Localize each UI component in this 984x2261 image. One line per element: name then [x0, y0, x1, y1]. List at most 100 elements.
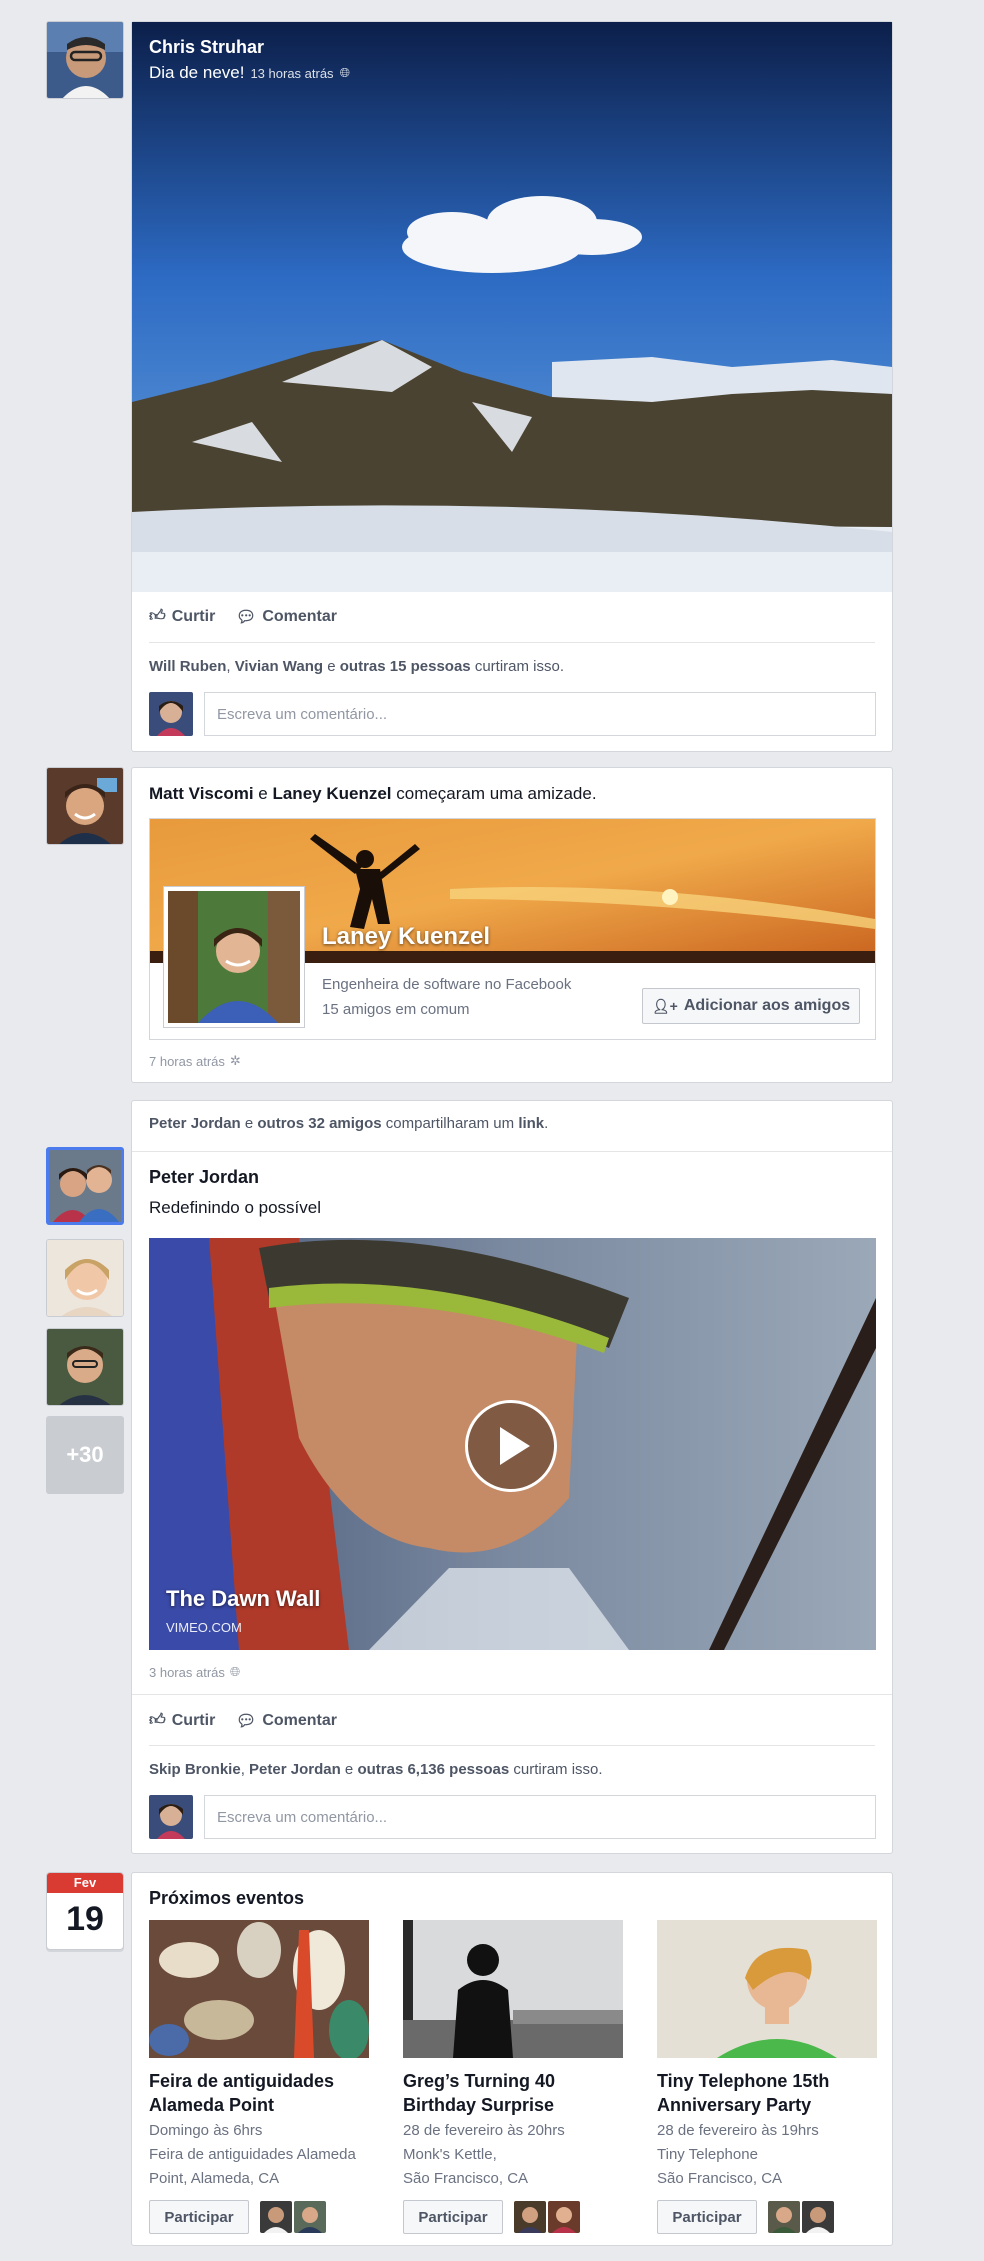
- events-heading[interactable]: Próximos eventos: [149, 1888, 304, 1909]
- event-title-birthday[interactable]: Greg’s Turning 40 Birthday Surprise: [403, 2069, 555, 2117]
- more-friends-count[interactable]: +30: [46, 1416, 124, 1494]
- comment-button[interactable]: 💬︎ Comentar: [236, 1711, 337, 1731]
- attendee-avatar[interactable]: [802, 2201, 834, 2233]
- like-label: Curtir: [171, 1711, 216, 1729]
- friend-profile-box[interactable]: Laney Kuenzel Engenheira de software no …: [149, 818, 876, 1040]
- sharers-others-link[interactable]: outros 32 amigos: [257, 1115, 381, 1132]
- like-button[interactable]: 👍︎ Curtir: [149, 1711, 215, 1730]
- attendee-avatar[interactable]: [768, 2201, 800, 2233]
- like-button[interactable]: 👍︎ Curtir: [149, 607, 215, 626]
- post-time[interactable]: 3 horas atrás: [149, 1665, 225, 1680]
- thumbs-up-icon: 👍︎: [149, 1712, 166, 1729]
- sharer-link[interactable]: Peter Jordan: [149, 1115, 241, 1132]
- post-text: Redefinindo o possível: [149, 1198, 322, 1217]
- shared-link-word[interactable]: link: [518, 1115, 544, 1132]
- likes-conjunction: e: [323, 658, 340, 675]
- liker-link[interactable]: Vivian Wang: [235, 658, 323, 675]
- video-title[interactable]: The Dawn Wall: [166, 1586, 320, 1612]
- join-button-anniversary[interactable]: Participar: [657, 2200, 757, 2234]
- liker-link[interactable]: Will Ruben: [149, 658, 226, 675]
- event-image-birthday[interactable]: [403, 1920, 623, 2058]
- commenter-avatar: [149, 1795, 193, 1839]
- attendee-avatar[interactable]: [294, 2201, 326, 2233]
- event-where: São Francisco, CA: [657, 2170, 783, 2187]
- post-time[interactable]: 13 horas atrás: [250, 66, 333, 81]
- avatar-friend-3[interactable]: [46, 1328, 124, 1406]
- add-friend-button[interactable]: 👤︎+ Adicionar aos amigos: [642, 988, 860, 1024]
- friend-link-matt[interactable]: Matt Viscomi: [149, 784, 254, 803]
- thumbs-up-icon: 👍︎: [149, 608, 166, 625]
- event-when: 28 de fevereiro às 20hrs: [403, 2122, 565, 2139]
- event-title-line: Tiny Telephone 15th: [657, 2071, 830, 2091]
- events-card: Próximos eventos Feira de antiguidades Al…: [131, 1872, 893, 2246]
- avatar-friend-2[interactable]: [46, 1239, 124, 1317]
- avatar-peter-jordan-selected[interactable]: [46, 1147, 124, 1225]
- attendee-avatar[interactable]: [260, 2201, 292, 2233]
- event-when: Domingo às 6hrs: [149, 2122, 263, 2139]
- likers-others-link[interactable]: outras 6,136 pessoas: [357, 1761, 509, 1778]
- event-title-line: Anniversary Party: [657, 2095, 812, 2115]
- event-meta-birthday: 28 de fevereiro às 20hrs Monk's Kettle, …: [403, 2119, 628, 2191]
- friend-link-laney[interactable]: Laney Kuenzel: [272, 784, 391, 803]
- comment-input[interactable]: Escreva um comentário...: [204, 1795, 876, 1839]
- play-button[interactable]: [465, 1400, 557, 1492]
- event-title-antiques[interactable]: Feira de antiguidades Alameda Point: [149, 2069, 334, 2117]
- friend-profile-photo[interactable]: [164, 887, 304, 1027]
- avatar-chris-struhar[interactable]: [46, 21, 124, 99]
- attendee-avatar[interactable]: [548, 2201, 580, 2233]
- post-author[interactable]: Chris Struhar: [149, 37, 264, 58]
- join-button-antiques[interactable]: Participar: [149, 2200, 249, 2234]
- globe-icon: 🌐︎: [229, 1664, 241, 1679]
- likes-separator: ,: [240, 1761, 250, 1778]
- post-time[interactable]: 7 horas atrás: [149, 1054, 225, 1069]
- post-photo[interactable]: [132, 22, 892, 592]
- time-divider: [132, 1694, 892, 1695]
- liker-link[interactable]: Peter Jordan: [249, 1761, 341, 1778]
- event-image-anniversary[interactable]: [657, 1920, 877, 2058]
- event-title-line: Birthday Surprise: [403, 2095, 555, 2115]
- video-player[interactable]: The Dawn Wall VIMEO.COM: [149, 1238, 876, 1650]
- event-image-antiques[interactable]: [149, 1920, 369, 2058]
- video-source: VIMEO.COM: [166, 1620, 242, 1635]
- friend-job: Engenheira de software no Facebook: [322, 976, 572, 993]
- friend-cover-name[interactable]: Laney Kuenzel: [322, 923, 490, 951]
- join-label: Participar: [672, 2208, 742, 2226]
- comment-button[interactable]: 💬︎ Comentar: [236, 607, 337, 627]
- add-person-icon: 👤︎+: [651, 997, 678, 1014]
- join-label: Participar: [418, 2208, 488, 2226]
- action-divider: [149, 1745, 875, 1746]
- liker-link[interactable]: Skip Bronkie: [149, 1761, 241, 1778]
- likes-summary: Skip Bronkie, Peter Jordan e outras 6,13…: [149, 1761, 603, 1778]
- add-friend-label: Adicionar aos amigos: [683, 997, 851, 1014]
- likers-others-link[interactable]: outras 15 pessoas: [340, 658, 471, 675]
- event-where: Monk's Kettle,: [403, 2146, 497, 2163]
- event-title-line: Feira de antiguidades: [149, 2071, 335, 2091]
- speech-bubble-icon: 💬︎: [236, 609, 257, 626]
- avatar-matt-viscomi[interactable]: [46, 767, 124, 845]
- join-button-birthday[interactable]: Participar: [403, 2200, 503, 2234]
- speech-bubble-icon: 💬︎: [236, 1713, 257, 1730]
- event-when: 28 de fevereiro às 19hrs: [657, 2122, 819, 2139]
- friendship-headline: Matt Viscomi e Laney Kuenzel começaram u…: [149, 784, 597, 804]
- comment-label: Comentar: [262, 608, 337, 625]
- attendee-avatar[interactable]: [514, 2201, 546, 2233]
- post-author[interactable]: Peter Jordan: [149, 1167, 259, 1188]
- likes-separator: ,: [226, 658, 235, 675]
- share-suffix: compartilharam um: [381, 1115, 519, 1132]
- join-label: Participar: [164, 2208, 234, 2226]
- share-summary: Peter Jordan e outros 32 amigos comparti…: [149, 1115, 548, 1132]
- likes-suffix: curtiram isso.: [509, 1761, 603, 1778]
- comment-input[interactable]: Escreva um comentário...: [204, 692, 876, 736]
- share-conjunction: e: [240, 1115, 258, 1132]
- comment-placeholder: Escreva um comentário...: [217, 705, 388, 723]
- event-title-line: Alameda Point: [149, 2095, 275, 2115]
- headline-suffix: começaram uma amizade.: [391, 784, 597, 803]
- event-title-line: Greg’s Turning 40: [403, 2071, 556, 2091]
- share-period: .: [544, 1115, 549, 1132]
- event-where: Feira de antiguidades Alameda: [149, 2146, 356, 2163]
- likes-conjunction: e: [340, 1761, 358, 1778]
- post-card-friendship: Matt Viscomi e Laney Kuenzel começaram u…: [131, 767, 893, 1083]
- event-meta-antiques: Domingo às 6hrs Feira de antiguidades Al…: [149, 2119, 374, 2191]
- event-title-anniversary[interactable]: Tiny Telephone 15th Anniversary Party: [657, 2069, 829, 2117]
- friend-mutual[interactable]: 15 amigos em comum: [322, 1001, 470, 1018]
